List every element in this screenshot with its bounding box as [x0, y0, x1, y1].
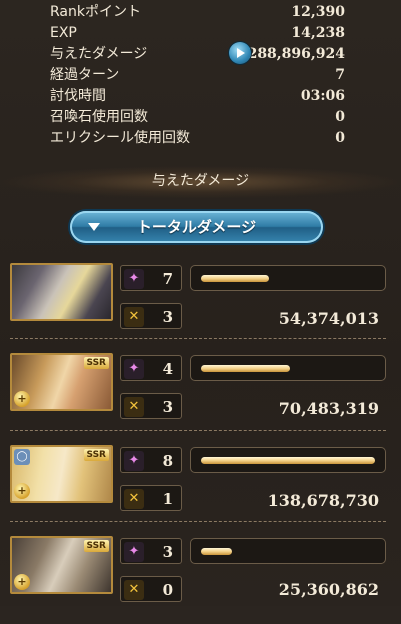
- ssr-badge: SSR: [83, 540, 109, 552]
- character-row: ◯ SSR + ✦ 8 ✕ 1 138,678,730: [0, 445, 401, 533]
- stat-label: エリクシール使用回数: [50, 130, 190, 146]
- character-row: SSR + ✦ 4 ✕ 3 70,483,319: [0, 353, 401, 441]
- damage-value: 25,360,862: [278, 580, 379, 599]
- damage-bar-fill: [201, 457, 375, 464]
- damage-bar: [190, 355, 386, 381]
- damage-value: 138,678,730: [267, 491, 379, 510]
- section-title: 与えたダメージ: [151, 173, 250, 189]
- dropdown-label: トータルダメージ: [136, 218, 257, 236]
- character-row: ✦ 7 ✕ 3 54,374,013: [0, 263, 401, 351]
- stat-value: 03:06: [300, 88, 345, 104]
- row-divider: [10, 430, 386, 431]
- total-damage-dropdown[interactable]: トータルダメージ: [70, 211, 323, 243]
- skill-plus-icon: +: [14, 483, 30, 499]
- stat-battle-time: 討伐時間 03:06: [0, 86, 401, 106]
- stat-summon-uses: 召喚石使用回数 0: [0, 107, 401, 127]
- sparkle-count: 4: [162, 360, 173, 378]
- stat-rank-points: Rankポイント 12,390: [0, 2, 401, 22]
- damage-bar-fill: [201, 365, 290, 372]
- sparkle-icon: ✦: [124, 359, 144, 379]
- play-icon[interactable]: [229, 42, 251, 64]
- chain-count-box: ✕ 3: [120, 303, 182, 329]
- character-portrait: ◯ SSR +: [10, 445, 113, 503]
- chain-count: 0: [162, 581, 173, 599]
- stat-turns-elapsed: 経過ターン 7: [0, 65, 401, 85]
- battle-result-screen: Rankポイント 12,390 EXP 14,238 与えたダメージ 288,8…: [0, 0, 401, 606]
- chain-burst-icon: ✕: [124, 397, 144, 417]
- skill-plus-icon: +: [14, 391, 30, 407]
- stat-label: 経過ターン: [50, 67, 120, 83]
- stat-value: 14,238: [291, 25, 345, 41]
- stat-label: Rankポイント: [50, 4, 141, 20]
- stat-value: 7: [335, 67, 345, 83]
- portrait-art: [12, 265, 111, 319]
- sparkle-count: 3: [162, 543, 173, 561]
- character-portrait: SSR +: [10, 353, 113, 411]
- damage-bar-fill: [201, 275, 269, 282]
- chain-count-box: ✕ 0: [120, 576, 182, 602]
- character-row: SSR + ✦ 3 ✕ 0 25,360,862: [0, 536, 401, 624]
- chain-count-box: ✕ 3: [120, 393, 182, 419]
- sparkle-icon: ✦: [124, 451, 144, 471]
- chain-count-box: ✕ 1: [120, 485, 182, 511]
- skill-plus-icon: +: [14, 574, 30, 590]
- stat-value: 0: [335, 130, 345, 146]
- sparkle-count: 8: [162, 452, 173, 470]
- damage-value: 70,483,319: [278, 399, 379, 418]
- sparkle-count-box: ✦ 3: [120, 538, 182, 564]
- stat-label: EXP: [50, 25, 77, 41]
- stat-value: 288,896,924: [247, 46, 345, 62]
- sparkle-count: 7: [162, 270, 173, 288]
- row-divider: [10, 338, 386, 339]
- stat-damage-dealt: 与えたダメージ 288,896,924: [0, 44, 401, 64]
- damage-bar: [190, 538, 386, 564]
- stat-label: 与えたダメージ: [50, 46, 148, 62]
- ring-icon: ◯: [14, 449, 30, 465]
- sparkle-count-box: ✦ 7: [120, 265, 182, 291]
- damage-value: 54,374,013: [278, 309, 379, 328]
- stat-label: 討伐時間: [50, 88, 106, 104]
- stat-value: 12,390: [291, 4, 345, 20]
- ssr-badge: SSR: [83, 357, 109, 369]
- sparkle-count-box: ✦ 8: [120, 447, 182, 473]
- stat-value: 0: [335, 109, 345, 125]
- stat-label: 召喚石使用回数: [50, 109, 148, 125]
- chain-count: 1: [162, 490, 173, 508]
- character-portrait: SSR +: [10, 536, 113, 594]
- chain-burst-icon: ✕: [124, 307, 144, 327]
- chain-count: 3: [162, 308, 173, 326]
- ssr-badge: SSR: [83, 449, 109, 461]
- character-portrait: [10, 263, 113, 321]
- row-divider: [10, 521, 386, 522]
- chain-count: 3: [162, 398, 173, 416]
- damage-bar: [190, 265, 386, 291]
- sparkle-count-box: ✦ 4: [120, 355, 182, 381]
- damage-bar-fill: [201, 548, 232, 555]
- stat-exp: EXP 14,238: [0, 23, 401, 43]
- stat-elixir-uses: エリクシール使用回数 0: [0, 128, 401, 148]
- sparkle-icon: ✦: [124, 269, 144, 289]
- chain-burst-icon: ✕: [124, 489, 144, 509]
- damage-bar: [190, 447, 386, 473]
- chain-burst-icon: ✕: [124, 580, 144, 600]
- sparkle-icon: ✦: [124, 542, 144, 562]
